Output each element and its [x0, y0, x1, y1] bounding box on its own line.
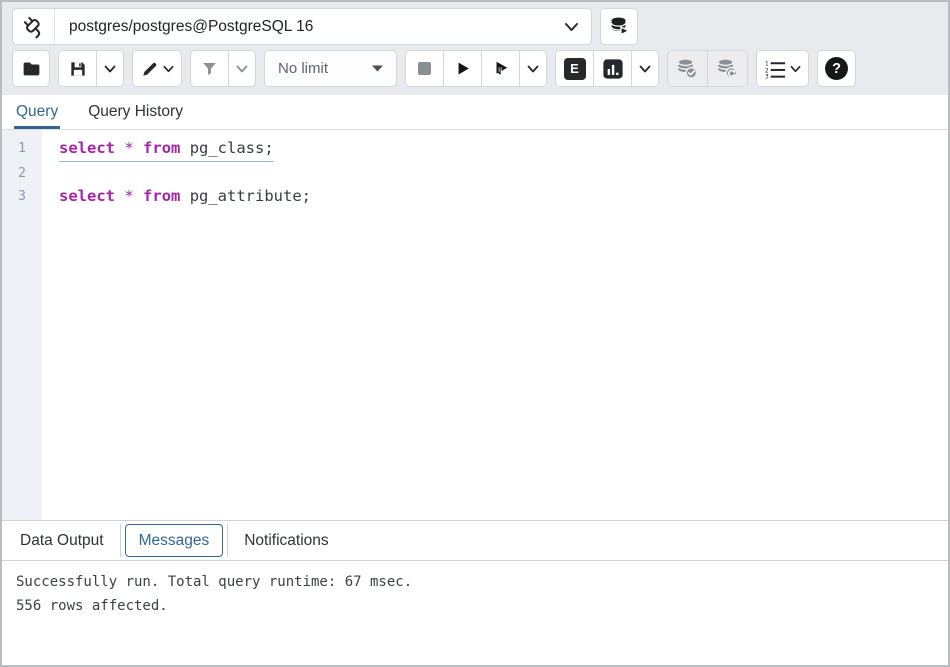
- message-line: 556 rows affected.: [16, 594, 934, 618]
- tab-notifications[interactable]: Notifications: [228, 521, 344, 560]
- explain-icon: E: [564, 58, 586, 80]
- new-connection-button[interactable]: [600, 8, 638, 45]
- code-token: from: [143, 187, 180, 205]
- code-text: select * from pg_class;: [59, 137, 274, 162]
- macros-button[interactable]: 1 2 3: [756, 50, 809, 87]
- rollback-icon: [715, 56, 740, 81]
- svg-text:2: 2: [765, 68, 769, 74]
- tab-query-history-label: Query History: [88, 103, 183, 121]
- numbered-list-icon: 1 2 3: [764, 59, 787, 79]
- explain-group: E: [555, 50, 659, 87]
- help-button[interactable]: ?: [817, 50, 856, 87]
- code-token: *: [124, 187, 133, 205]
- stop-icon: [416, 60, 433, 77]
- commit-button[interactable]: [667, 50, 707, 87]
- toolbar: No limit: [12, 50, 938, 87]
- chevron-down-icon: [236, 65, 248, 73]
- svg-text:3: 3: [765, 74, 769, 78]
- code-token: [115, 187, 124, 205]
- explain-button[interactable]: E: [555, 50, 593, 87]
- code-token: [134, 139, 143, 157]
- row-limit-select[interactable]: No limit: [264, 50, 397, 87]
- line-number: 1: [2, 137, 42, 162]
- chevron-down-icon: [790, 65, 801, 73]
- execute-group: [405, 50, 547, 87]
- code-line: 3 select * from pg_attribute;: [2, 185, 948, 209]
- code-token: from: [143, 139, 180, 157]
- save-icon: [68, 59, 88, 79]
- svg-text:1: 1: [765, 61, 769, 67]
- line-number: 2: [2, 162, 42, 186]
- filter-group: [190, 50, 256, 87]
- play-icon: [453, 59, 472, 78]
- connection-status-button[interactable]: [13, 9, 55, 44]
- code-line: 2: [2, 162, 948, 186]
- commit-icon: [675, 56, 700, 81]
- line-number: 3: [2, 185, 42, 209]
- header: postgres/postgres@PostgreSQL 16: [2, 2, 948, 95]
- code-token: [115, 139, 124, 157]
- play-cursor-icon: [491, 59, 510, 78]
- chevron-down-icon: [163, 65, 174, 73]
- pencil-icon: [140, 59, 160, 79]
- execute-options-button[interactable]: [481, 50, 519, 87]
- execute-button[interactable]: [443, 50, 481, 87]
- tab-divider: [120, 524, 121, 557]
- connection-group: postgres/postgres@PostgreSQL 16: [12, 8, 592, 45]
- messages-panel: Successfully run. Total query runtime: 6…: [2, 561, 948, 665]
- save-button[interactable]: [58, 50, 96, 87]
- code-token: pg_attribute;: [180, 187, 311, 205]
- tab-messages[interactable]: Messages: [125, 524, 224, 557]
- connection-select[interactable]: postgres/postgres@PostgreSQL 16: [55, 9, 591, 44]
- dropdown-arrow-icon: [372, 65, 383, 72]
- code-token: [134, 187, 143, 205]
- tab-notifications-label: Notifications: [244, 532, 328, 550]
- tab-messages-label: Messages: [139, 532, 210, 550]
- chevron-down-icon: [527, 65, 539, 73]
- query-tab-bar: Query Query History: [2, 95, 948, 130]
- rollback-button[interactable]: [707, 50, 748, 87]
- database-new-connection-icon: [608, 15, 631, 38]
- folder-icon: [21, 58, 42, 79]
- explain-analyze-button[interactable]: [593, 50, 631, 87]
- explain-menu-button[interactable]: [631, 50, 659, 87]
- tab-query-label: Query: [16, 103, 58, 121]
- code-token: select: [59, 139, 115, 157]
- sql-editor[interactable]: 1 select * from pg_class; 23 select * from …: [2, 130, 948, 520]
- stop-button[interactable]: [405, 50, 443, 87]
- code-token: pg_class;: [180, 139, 273, 157]
- open-file-button[interactable]: [12, 50, 50, 87]
- connection-select-value: postgres/postgres@PostgreSQL 16: [69, 18, 313, 36]
- connection-row: postgres/postgres@PostgreSQL 16: [12, 8, 938, 45]
- execute-menu-button[interactable]: [519, 50, 547, 87]
- filter-menu-button[interactable]: [228, 50, 256, 87]
- transaction-group: [667, 50, 748, 87]
- tab-data-output-label: Data Output: [20, 532, 104, 550]
- save-group: [58, 50, 124, 87]
- save-menu-button[interactable]: [96, 50, 124, 87]
- code-line: 1 select * from pg_class;: [2, 137, 948, 162]
- edit-menu-button[interactable]: [132, 50, 182, 87]
- chevron-down-icon: [104, 65, 116, 73]
- tab-data-output[interactable]: Data Output: [4, 521, 120, 560]
- code-token: *: [124, 139, 133, 157]
- filter-icon: [200, 59, 219, 78]
- explain-analyze-chart-icon: [602, 58, 624, 80]
- code-token: select: [59, 187, 115, 205]
- chevron-down-icon: [564, 22, 579, 32]
- tab-query-history[interactable]: Query History: [88, 95, 183, 129]
- output-tab-bar: Data Output Messages Notifications: [2, 520, 948, 561]
- row-limit-value: No limit: [278, 60, 328, 77]
- filter-button[interactable]: [190, 50, 228, 87]
- message-line: Successfully run. Total query runtime: 6…: [16, 570, 934, 594]
- code-text: select * from pg_attribute;: [59, 185, 311, 209]
- chevron-down-icon: [639, 65, 651, 73]
- plug-icon: [21, 14, 47, 40]
- editor-lines: 1 select * from pg_class; 23 select * from …: [2, 130, 948, 209]
- query-tool-window: postgres/postgres@PostgreSQL 16: [0, 0, 950, 667]
- help-icon: ?: [825, 57, 848, 80]
- tab-query[interactable]: Query: [16, 95, 58, 129]
